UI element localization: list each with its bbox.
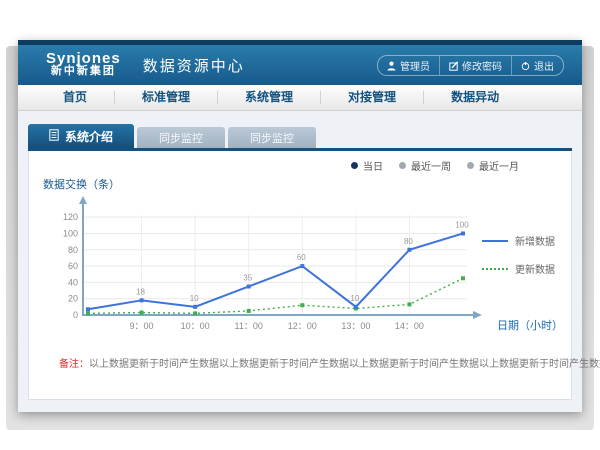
user-menu-change-password-label: 修改密码 — [462, 58, 502, 73]
footnote: 备注：以上数据更新于时间产生数据以上数据更新于时间产生数据以上数据更新于时间产生… — [59, 355, 600, 370]
svg-text:80: 80 — [404, 237, 413, 246]
user-icon — [387, 61, 396, 71]
time-range-filters: 当日 最近一周 最近一月 — [351, 158, 519, 173]
tab-sync-monitor-1[interactable]: 同步监控 — [137, 127, 225, 148]
line-chart: 0 20 40 60 80 100 120 9：00 10：00 11：00 12：00 13：00 1… — [43, 195, 493, 335]
tab-system-intro-label: 系统介绍 — [65, 128, 113, 145]
brand-name: Synjones — [46, 52, 121, 65]
y-axis-label: 数据交换（条） — [43, 176, 120, 192]
filter-today[interactable]: 当日 — [351, 158, 383, 173]
svg-text:120: 120 — [63, 212, 78, 222]
svg-text:12：00: 12：00 — [288, 321, 317, 331]
user-menu-admin-label: 管理员 — [400, 58, 430, 73]
filter-last-week-label: 最近一周 — [411, 158, 451, 173]
app-header: Synjones 新中新集团 数据资源中心 管理员 修改密码 退出 — [18, 45, 582, 85]
user-menu: 管理员 修改密码 退出 — [377, 55, 564, 76]
tab-system-intro[interactable]: 系统介绍 — [28, 124, 134, 148]
svg-text:9：00: 9：00 — [130, 321, 154, 331]
svg-text:40: 40 — [68, 277, 78, 287]
document-icon — [49, 129, 59, 144]
app-window: Synjones 新中新集团 数据资源中心 管理员 修改密码 退出 — [18, 40, 582, 412]
user-menu-change-password[interactable]: 修改密码 — [439, 56, 511, 75]
tab-sync-monitor-1-label: 同步监控 — [159, 130, 203, 146]
legend-line-dotted-icon — [482, 268, 508, 270]
main-nav: 首页 标准管理 系统管理 对接管理 数据异动 — [18, 85, 582, 111]
user-menu-logout-label: 退出 — [534, 58, 554, 73]
legend-item-updated-data[interactable]: 更新数据 — [482, 261, 555, 276]
nav-item-system-mgmt[interactable]: 系统管理 — [218, 91, 321, 104]
brand-company: 新中新集团 — [46, 65, 121, 78]
nav-item-standard-mgmt[interactable]: 标准管理 — [115, 91, 218, 104]
svg-text:10：00: 10：00 — [181, 321, 210, 331]
svg-text:80: 80 — [68, 245, 78, 255]
legend-updated-data-label: 更新数据 — [515, 261, 555, 276]
chart-legend: 新增数据 更新数据 — [482, 233, 555, 276]
edit-icon — [449, 61, 458, 71]
svg-text:10: 10 — [190, 294, 199, 303]
x-axis-label: 日期（小时） — [497, 317, 563, 333]
tab-sync-monitor-2-label: 同步监控 — [250, 130, 294, 146]
svg-text:60: 60 — [297, 253, 306, 262]
filter-last-month-label: 最近一月 — [479, 158, 519, 173]
svg-text:10: 10 — [350, 294, 359, 303]
svg-text:13：00: 13：00 — [341, 321, 370, 331]
user-menu-admin[interactable]: 管理员 — [378, 56, 439, 75]
nav-item-data-change[interactable]: 数据异动 — [424, 91, 526, 104]
footnote-prefix: 备注： — [59, 359, 89, 370]
tab-bar: 系统介绍 同步监控 同步监控 — [28, 124, 572, 148]
logout-icon — [521, 61, 530, 71]
svg-text:35: 35 — [243, 273, 252, 282]
legend-line-solid-icon — [482, 240, 508, 242]
filter-today-label: 当日 — [363, 158, 383, 173]
user-menu-logout[interactable]: 退出 — [511, 56, 563, 75]
radio-dot-icon — [467, 162, 474, 169]
chart-panel: 当日 最近一周 最近一月 数据交换（条） 0 20 40 60 80 100 120 9：00… — [28, 151, 572, 400]
nav-item-home[interactable]: 首页 — [36, 91, 115, 104]
content-area: 系统介绍 同步监控 同步监控 当日 最近一周 — [18, 111, 582, 412]
svg-text:60: 60 — [68, 261, 78, 271]
brand-logo: Synjones 新中新集团 — [46, 52, 121, 78]
svg-text:0: 0 — [73, 310, 78, 320]
tab-sync-monitor-2[interactable]: 同步监控 — [228, 127, 316, 148]
legend-item-new-data[interactable]: 新增数据 — [482, 233, 555, 248]
page-title: 数据资源中心 — [143, 55, 245, 76]
radio-dot-icon — [399, 162, 406, 169]
svg-text:11：00: 11：00 — [235, 321, 263, 331]
svg-text:20: 20 — [68, 294, 78, 304]
svg-text:100: 100 — [455, 220, 469, 229]
radio-dot-icon — [351, 162, 358, 169]
nav-item-interface-mgmt[interactable]: 对接管理 — [321, 91, 424, 104]
svg-text:18: 18 — [136, 287, 145, 296]
legend-new-data-label: 新增数据 — [515, 233, 555, 248]
svg-text:14：00: 14：00 — [395, 321, 424, 331]
filter-last-week[interactable]: 最近一周 — [399, 158, 451, 173]
svg-text:100: 100 — [63, 228, 78, 238]
footnote-text: 以上数据更新于时间产生数据以上数据更新于时间产生数据以上数据更新于时间产生数据以… — [89, 359, 600, 370]
filter-last-month[interactable]: 最近一月 — [467, 158, 519, 173]
